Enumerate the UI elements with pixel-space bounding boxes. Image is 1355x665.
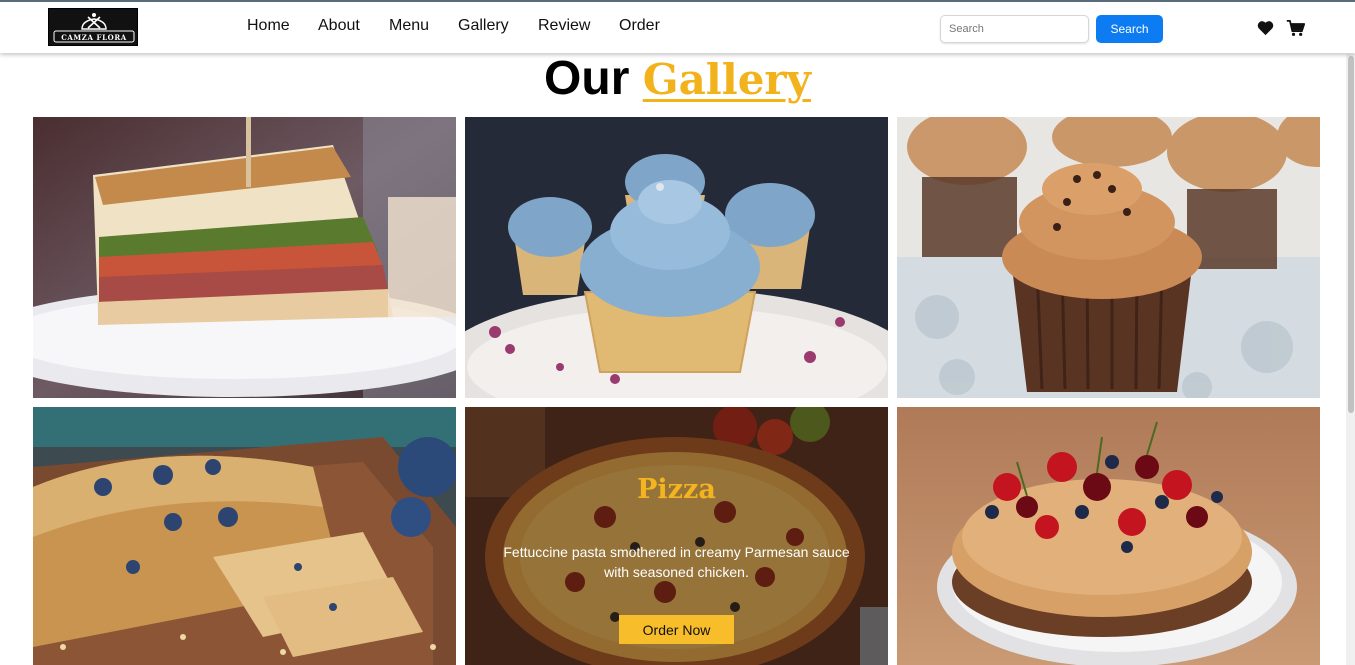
title-plain: Our [544, 52, 630, 105]
nav-about[interactable]: About [318, 17, 360, 35]
sandwich-image [33, 117, 456, 398]
pizza-description: Fettuccine pasta smothered in creamy Par… [503, 544, 850, 580]
navbar: CAMZA FLORA Home About Menu Gallery Revi… [0, 0, 1355, 53]
nav-review[interactable]: Review [538, 17, 590, 35]
chocolate-cupcakes-image [897, 117, 1320, 398]
gallery-item-chocolate-cupcakes[interactable] [897, 117, 1320, 398]
nav-gallery[interactable]: Gallery [458, 17, 509, 35]
nav-home[interactable]: Home [247, 17, 290, 35]
search-input[interactable] [940, 15, 1089, 43]
gallery-item-blue-cupcakes[interactable] [465, 117, 888, 398]
berry-cake-image [897, 407, 1320, 665]
nav-menu[interactable]: Menu [389, 17, 429, 35]
title-accent: Gallery [642, 55, 811, 104]
order-now-button[interactable]: Order Now [619, 615, 734, 644]
gallery-item-sandwich[interactable] [33, 117, 456, 398]
gallery-item-berry-cake[interactable] [897, 407, 1320, 665]
nav-order[interactable]: Order [619, 17, 660, 35]
blue-cupcakes-image [465, 117, 888, 398]
scrollbar-thumb[interactable] [1348, 56, 1354, 413]
heart-icon[interactable] [1257, 20, 1274, 36]
page-title: Our Gallery [0, 52, 1355, 107]
blueberry-bread-image [33, 407, 456, 665]
pizza-title: Pizza [637, 474, 716, 505]
gallery-item-blueberry-bread[interactable] [33, 407, 456, 665]
search-button[interactable]: Search [1096, 15, 1163, 43]
brand-name: CAMZA FLORA [61, 33, 127, 42]
gallery-item-pizza[interactable]: Pizza Fettuccine pasta smothered in crea… [465, 407, 888, 665]
cart-icon[interactable] [1286, 19, 1305, 37]
brand-logo[interactable]: CAMZA FLORA [48, 8, 138, 46]
